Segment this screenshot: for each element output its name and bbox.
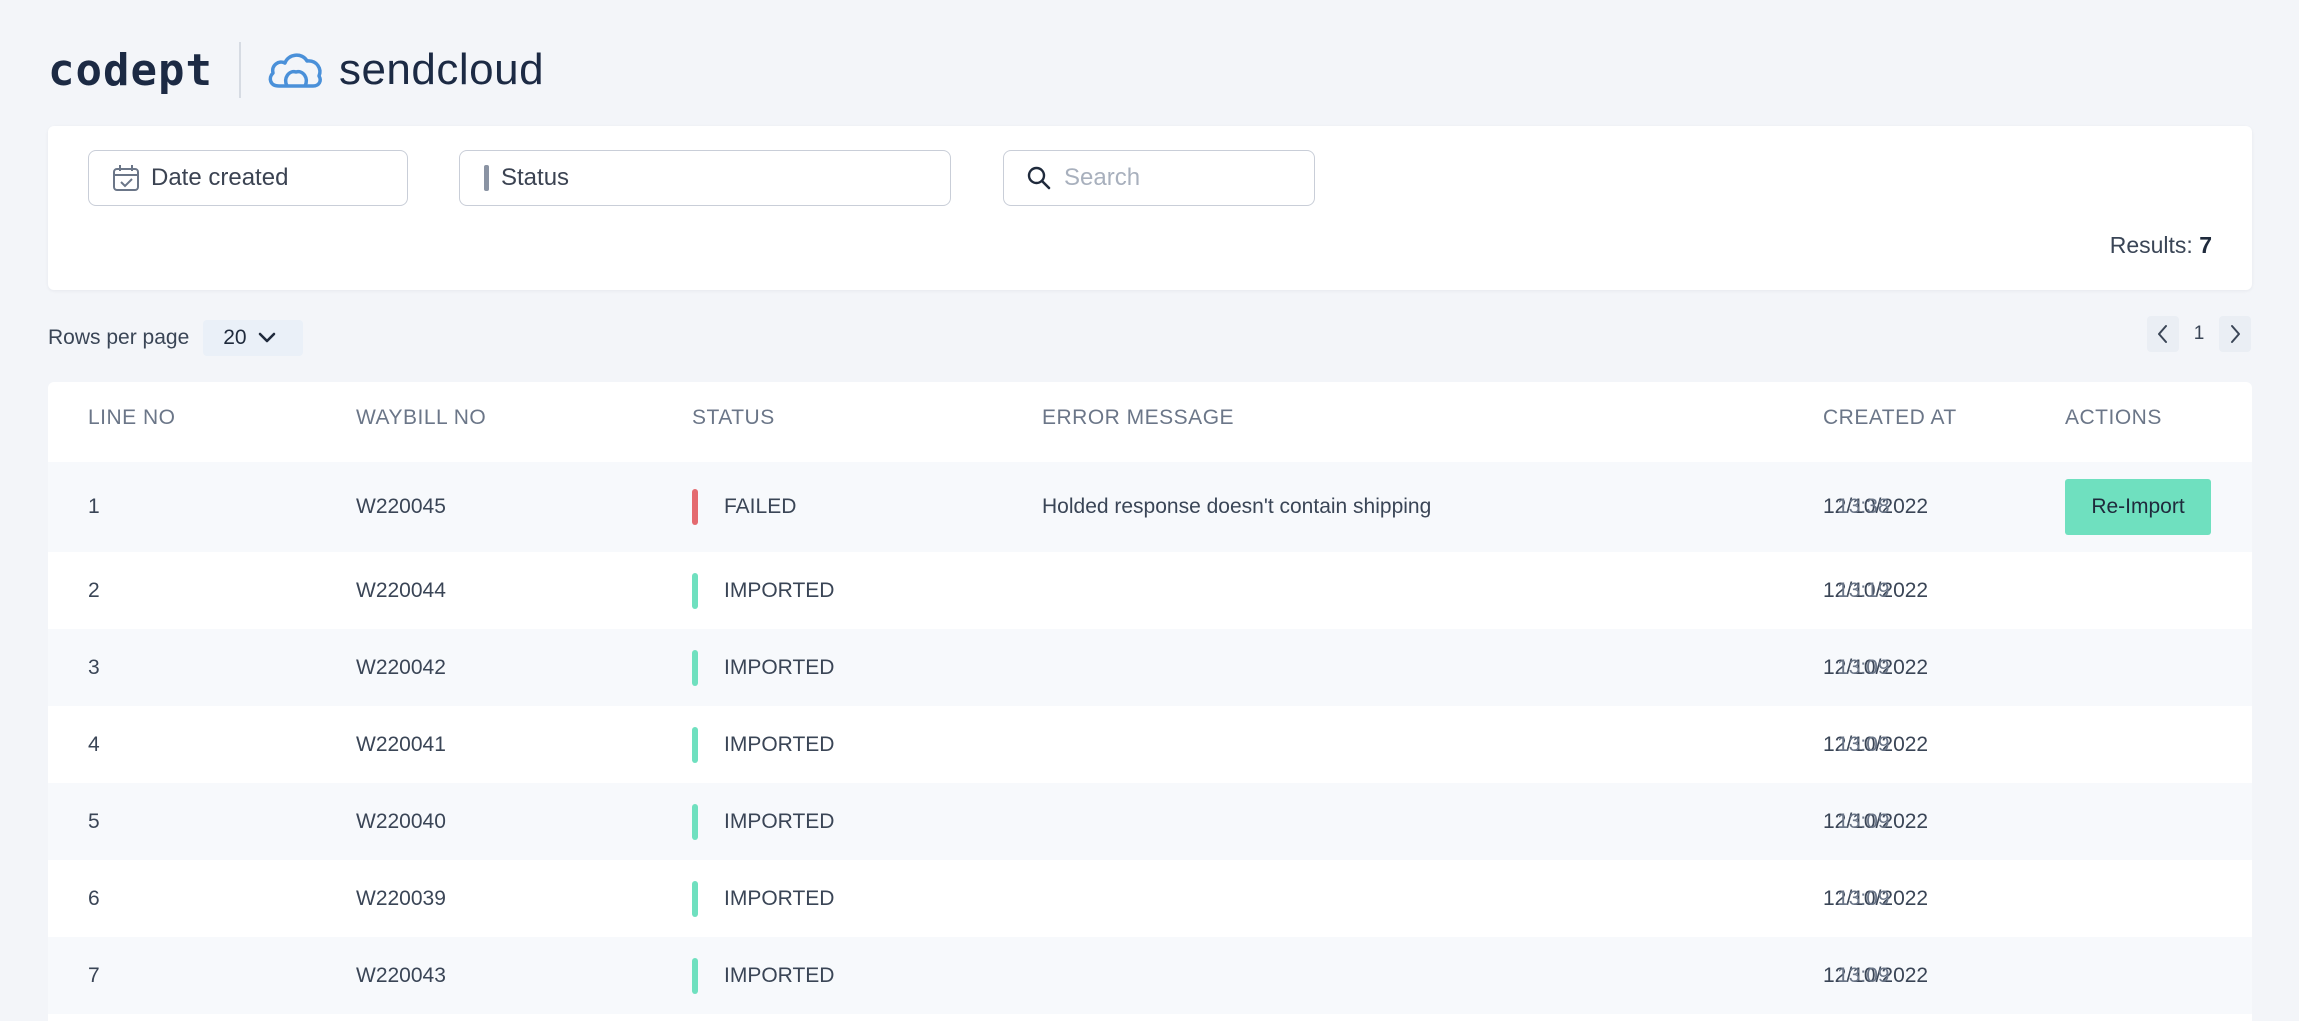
prev-page-button[interactable] xyxy=(2147,316,2179,352)
results-label: Results: xyxy=(2109,232,2193,258)
header-actions: ACTIONS xyxy=(2065,406,2162,429)
results-count: Results: 7 xyxy=(2110,232,2212,259)
created-time: 13:09 xyxy=(1837,733,1890,756)
status-cell: IMPORTED xyxy=(724,810,835,833)
header-waybill-no[interactable]: WAYBILL NO xyxy=(356,406,486,430)
rows-per-page-label: Rows per page xyxy=(48,326,190,349)
logo-divider xyxy=(238,42,241,98)
line-no-cell: 6 xyxy=(88,887,100,910)
import-table: LINE NO WAYBILL NO STATUS ERROR MESSAGE … xyxy=(48,382,2252,1021)
rows-per-page-value: 20 xyxy=(223,326,247,349)
line-no-cell: 7 xyxy=(88,964,100,987)
search-box[interactable] xyxy=(1003,150,1315,206)
rows-per-page-select[interactable]: 20 xyxy=(203,320,303,356)
filter-panel: Date created Status Results: 7 xyxy=(48,126,2252,290)
table-row: 7 W220043 IMPORTED 12/10/2022 13:09 xyxy=(48,937,2252,1014)
brand-header: codept sendcloud xyxy=(48,40,544,100)
status-indicator-icon xyxy=(484,165,489,191)
waybill-cell: W220042 xyxy=(356,656,446,679)
waybill-cell: W220045 xyxy=(356,495,446,518)
status-cell: IMPORTED xyxy=(724,733,835,756)
chevron-right-icon xyxy=(2231,325,2240,343)
sendcloud-logo: sendcloud xyxy=(338,45,545,94)
search-icon xyxy=(1026,165,1052,191)
status-imported-indicator xyxy=(692,881,698,917)
waybill-cell: W220043 xyxy=(356,964,446,987)
header-created-at[interactable]: CREATED AT xyxy=(1823,406,1957,430)
line-no-cell: 2 xyxy=(88,579,100,602)
table-row: 3 W220042 IMPORTED 12/10/2022 13:09 xyxy=(48,629,2252,706)
table-row: 4 W220041 IMPORTED 12/10/2022 13:09 xyxy=(48,706,2252,783)
status-cell: IMPORTED xyxy=(724,579,835,602)
search-input[interactable] xyxy=(1062,163,1306,193)
table-row: 5 W220040 IMPORTED 12/10/2022 13:09 xyxy=(48,783,2252,860)
line-no-cell: 5 xyxy=(88,810,100,833)
created-time: 13:09 xyxy=(1837,887,1890,910)
created-time: 13:09 xyxy=(1837,656,1890,679)
header-error-message[interactable]: ERROR MESSAGE xyxy=(1042,406,1234,430)
status-imported-indicator xyxy=(692,573,698,609)
waybill-cell: W220041 xyxy=(356,733,446,756)
chevron-left-icon xyxy=(2158,325,2167,343)
calendar-icon xyxy=(111,163,141,193)
table-header: LINE NO WAYBILL NO STATUS ERROR MESSAGE … xyxy=(48,382,2252,462)
current-page[interactable]: 1 xyxy=(2179,323,2219,345)
status-failed-indicator xyxy=(692,489,698,525)
status-imported-indicator xyxy=(692,727,698,763)
results-value: 7 xyxy=(2199,232,2212,258)
status-filter[interactable]: Status xyxy=(459,150,951,206)
header-status[interactable]: STATUS xyxy=(692,406,775,430)
cloud-logo-icon xyxy=(268,53,322,88)
status-imported-indicator xyxy=(692,958,698,994)
chevron-down-icon xyxy=(258,332,275,343)
waybill-cell: W220040 xyxy=(356,810,446,833)
status-cell: FAILED xyxy=(724,495,797,518)
line-no-cell: 4 xyxy=(88,733,100,756)
codept-logo: codept xyxy=(48,44,213,96)
table-row: 1 W220045 FAILED Holded response doesn't co… xyxy=(48,462,2252,552)
status-cell: IMPORTED xyxy=(724,887,835,910)
status-cell: IMPORTED xyxy=(724,656,835,679)
table-row: 6 W220039 IMPORTED 12/10/2022 13:09 xyxy=(48,860,2252,937)
header-line-no[interactable]: LINE NO xyxy=(88,406,176,430)
created-time: 13:38 xyxy=(1837,495,1890,518)
waybill-cell: W220039 xyxy=(356,887,446,910)
table-row: 2 W220044 IMPORTED 12/10/2022 13:19 xyxy=(48,552,2252,629)
line-no-cell: 3 xyxy=(88,656,100,679)
next-page-button[interactable] xyxy=(2219,316,2251,352)
created-time: 13:19 xyxy=(1837,579,1890,602)
date-created-filter[interactable]: Date created xyxy=(88,150,408,206)
table-body: 1 W220045 FAILED Holded response doesn't co… xyxy=(48,462,2252,1014)
re-import-button[interactable]: Re-Import xyxy=(2065,479,2211,535)
created-time: 13:09 xyxy=(1837,964,1890,987)
pagination: 1 xyxy=(2147,316,2251,352)
date-created-label: Date created xyxy=(151,164,289,191)
status-imported-indicator xyxy=(692,804,698,840)
status-imported-indicator xyxy=(692,650,698,686)
rows-per-page: Rows per page 20 xyxy=(48,320,303,356)
status-filter-label: Status xyxy=(501,164,570,191)
line-no-cell: 1 xyxy=(88,495,100,518)
created-time: 13:09 xyxy=(1837,810,1890,833)
status-cell: IMPORTED xyxy=(724,964,835,987)
waybill-cell: W220044 xyxy=(356,579,446,602)
error-message-cell: Holded response doesn't contain shipping xyxy=(1042,495,1432,518)
